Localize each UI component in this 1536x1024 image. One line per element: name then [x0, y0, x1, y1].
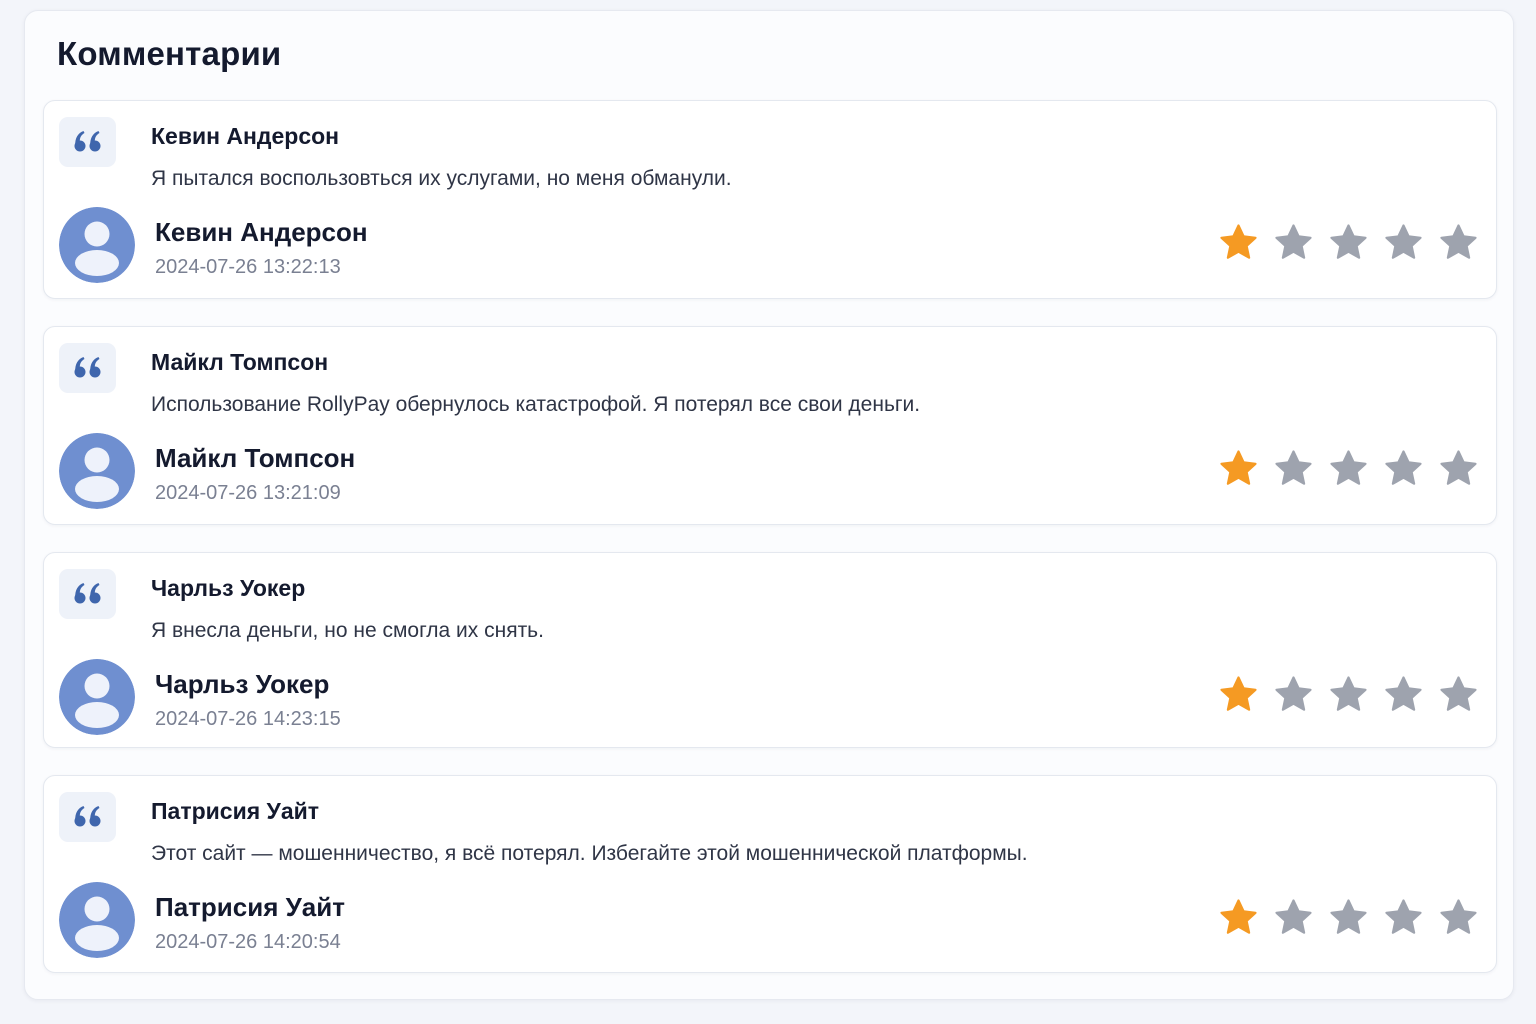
- review-text: Я пытался воспользовться их услугами, но…: [151, 167, 732, 190]
- author-name: Кевин Андерсон: [155, 217, 368, 247]
- page-title: Комментарии: [57, 35, 282, 72]
- review-text: Я внесла деньги, но не смогла их снять.: [151, 619, 544, 642]
- quote-icon: [59, 792, 116, 842]
- user-avatar-icon: [59, 882, 135, 958]
- star-empty-icon: [1439, 898, 1478, 937]
- author-name: Патрисия Уайт: [155, 892, 345, 922]
- star-filled-icon: [1219, 898, 1258, 937]
- review-text: Этот сайт — мошенничество, я всё потерял…: [151, 842, 1028, 865]
- review-card: Кевин Андерсон Я пытался воспользовться …: [43, 100, 1497, 299]
- star-empty-icon: [1384, 449, 1423, 488]
- review-date: 2024-07-26 13:21:09: [155, 482, 341, 504]
- review-date: 2024-07-26 13:22:13: [155, 256, 341, 278]
- star-filled-icon: [1219, 675, 1258, 714]
- user-avatar-icon: [59, 207, 135, 283]
- star-rating: [1219, 898, 1478, 937]
- review-text: Использование RollyPay обернулось катаст…: [151, 393, 921, 416]
- star-empty-icon: [1329, 675, 1368, 714]
- quote-icon: [59, 117, 116, 167]
- star-empty-icon: [1439, 223, 1478, 262]
- review-title: Патрисия Уайт: [151, 798, 320, 824]
- quote-icon: [59, 343, 116, 393]
- star-rating: [1219, 675, 1478, 714]
- star-empty-icon: [1384, 898, 1423, 937]
- star-empty-icon: [1439, 449, 1478, 488]
- review-title: Чарльз Уокер: [151, 575, 306, 601]
- star-filled-icon: [1219, 449, 1258, 488]
- star-empty-icon: [1384, 223, 1423, 262]
- review-card: Чарльз Уокер Я внесла деньги, но не смог…: [43, 552, 1497, 748]
- review-title: Майкл Томпсон: [151, 349, 329, 375]
- star-empty-icon: [1274, 449, 1313, 488]
- star-rating: [1219, 449, 1478, 488]
- review-card: Майкл Томпсон Использование RollyPay обе…: [43, 326, 1497, 525]
- user-avatar-icon: [59, 433, 135, 509]
- comments-panel: Комментарии Кевин Андерсон Я пытался вос…: [24, 10, 1514, 1000]
- review-title: Кевин Андерсон: [151, 123, 340, 149]
- user-avatar-icon: [59, 659, 135, 735]
- review-card: Патрисия Уайт Этот сайт — мошенничество,…: [43, 775, 1497, 973]
- review-list: Кевин Андерсон Я пытался воспользовться …: [43, 100, 1497, 973]
- author-name: Майкл Томпсон: [155, 443, 356, 473]
- star-empty-icon: [1329, 898, 1368, 937]
- star-empty-icon: [1329, 449, 1368, 488]
- author-name: Чарльз Уокер: [155, 669, 330, 699]
- star-empty-icon: [1439, 675, 1478, 714]
- star-empty-icon: [1384, 675, 1423, 714]
- review-date: 2024-07-26 14:23:15: [155, 708, 341, 730]
- star-empty-icon: [1274, 223, 1313, 262]
- star-empty-icon: [1274, 675, 1313, 714]
- quote-icon: [59, 569, 116, 619]
- star-empty-icon: [1329, 223, 1368, 262]
- star-filled-icon: [1219, 223, 1258, 262]
- review-date: 2024-07-26 14:20:54: [155, 931, 341, 953]
- star-rating: [1219, 223, 1478, 262]
- star-empty-icon: [1274, 898, 1313, 937]
